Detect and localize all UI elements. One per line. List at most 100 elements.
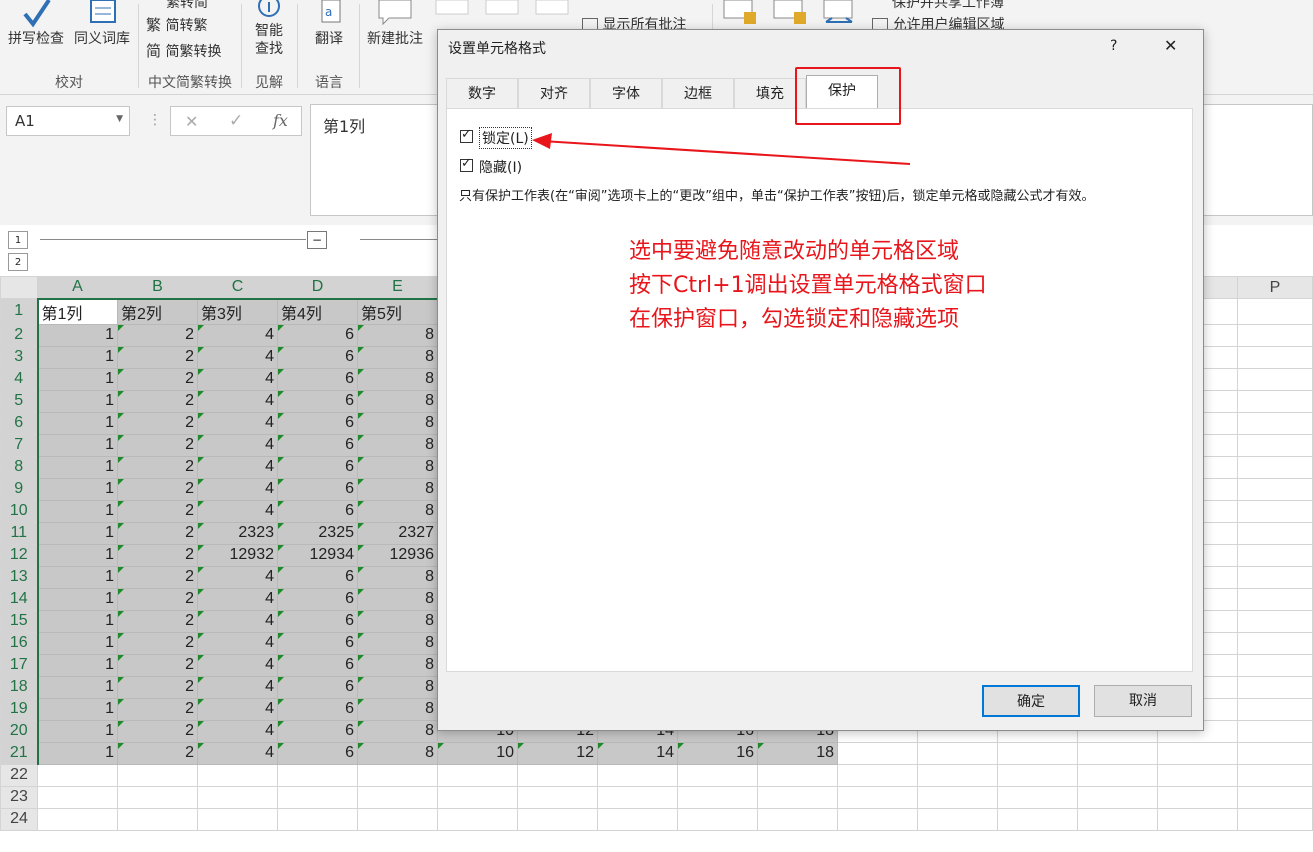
cell[interactable] (1077, 807, 1158, 831)
cell[interactable]: 8 (357, 411, 438, 435)
cell[interactable]: 4 (197, 631, 278, 655)
cell[interactable]: 1 (37, 719, 118, 743)
cell[interactable]: 4 (197, 345, 278, 369)
column-header[interactable]: E (357, 276, 438, 300)
cell[interactable]: 4 (197, 653, 278, 677)
cell[interactable]: 6 (277, 323, 358, 347)
tab-number[interactable]: 数字 (446, 78, 518, 108)
cell[interactable]: 1 (37, 499, 118, 523)
cell[interactable]: 第1列 (37, 298, 118, 325)
cell[interactable]: 4 (197, 477, 278, 501)
row-header[interactable]: 17 (0, 653, 39, 677)
cell[interactable]: 4 (197, 367, 278, 391)
row-header[interactable]: 5 (0, 389, 39, 413)
cell[interactable]: 6 (277, 499, 358, 523)
cell[interactable]: 6 (277, 587, 358, 611)
cell[interactable] (757, 763, 838, 787)
cell[interactable]: 4 (197, 455, 278, 479)
cell[interactable] (1237, 298, 1313, 325)
insert-function-icon[interactable]: fx (273, 111, 288, 130)
cell[interactable]: 1 (37, 367, 118, 391)
convert-button[interactable]: 简 简繁转换 (146, 40, 221, 61)
row-header[interactable]: 14 (0, 587, 39, 611)
cell[interactable] (1157, 763, 1238, 787)
cell[interactable] (1237, 323, 1313, 347)
cancel-button[interactable]: 取消 (1094, 685, 1192, 717)
translate-button[interactable]: a 翻译 (302, 0, 356, 48)
row-header[interactable]: 12 (0, 543, 39, 567)
cell[interactable] (837, 741, 918, 765)
to-traditional-button[interactable]: 繁 简转繁 (146, 14, 207, 35)
cell[interactable] (517, 785, 598, 809)
cell[interactable]: 2 (117, 631, 198, 655)
cell[interactable]: 2 (117, 433, 198, 457)
cell[interactable]: 2 (117, 521, 198, 545)
tab-border[interactable]: 边框 (662, 78, 734, 108)
cell[interactable] (757, 807, 838, 831)
cell[interactable]: 6 (277, 411, 358, 435)
cell[interactable]: 4 (197, 587, 278, 611)
cell[interactable]: 2 (117, 675, 198, 699)
new-comment-button[interactable]: 新建批注 (362, 0, 428, 48)
cell[interactable] (1157, 807, 1238, 831)
cell[interactable]: 12932 (197, 543, 278, 567)
cell[interactable] (677, 763, 758, 787)
cell[interactable] (197, 807, 278, 831)
cell[interactable]: 8 (357, 477, 438, 501)
cell[interactable] (917, 741, 998, 765)
cell[interactable]: 6 (277, 697, 358, 721)
spell-check-button[interactable]: 拼写检查 (4, 0, 68, 48)
cell[interactable] (1077, 785, 1158, 809)
cell[interactable] (997, 763, 1078, 787)
cell[interactable]: 6 (277, 433, 358, 457)
cell[interactable]: 4 (197, 741, 278, 765)
cell[interactable] (1237, 653, 1313, 677)
cell[interactable] (917, 763, 998, 787)
row-header[interactable]: 23 (0, 785, 38, 809)
row-header[interactable]: 24 (0, 807, 38, 831)
cell[interactable]: 8 (357, 499, 438, 523)
tab-alignment[interactable]: 对齐 (518, 78, 590, 108)
row-header[interactable]: 10 (0, 499, 39, 523)
cell[interactable]: 4 (197, 433, 278, 457)
row-header[interactable]: 7 (0, 433, 39, 457)
cell[interactable] (37, 807, 118, 831)
cell[interactable]: 2 (117, 653, 198, 677)
cell[interactable]: 4 (197, 499, 278, 523)
cell[interactable]: 10 (437, 741, 518, 765)
outline-collapse-button[interactable]: − (307, 231, 327, 249)
cell[interactable]: 1 (37, 697, 118, 721)
cell[interactable] (357, 807, 438, 831)
cell[interactable] (837, 785, 918, 809)
cell[interactable]: 4 (197, 675, 278, 699)
cell[interactable] (277, 763, 358, 787)
row-header[interactable]: 19 (0, 697, 39, 721)
cell[interactable] (1157, 741, 1238, 765)
cell[interactable]: 2327 (357, 521, 438, 545)
column-header[interactable]: A (37, 276, 118, 300)
cell[interactable] (1237, 807, 1313, 831)
cell[interactable]: 12 (517, 741, 598, 765)
cell[interactable]: 1 (37, 411, 118, 435)
cell[interactable]: 4 (197, 719, 278, 743)
column-header[interactable]: B (117, 276, 198, 300)
row-header[interactable]: 11 (0, 521, 39, 545)
locked-checkbox[interactable] (460, 127, 473, 143)
cell[interactable] (837, 807, 918, 831)
cell[interactable]: 2 (117, 741, 198, 765)
cell[interactable]: 6 (277, 367, 358, 391)
cell[interactable]: 12934 (277, 543, 358, 567)
cell[interactable]: 8 (357, 719, 438, 743)
cell[interactable]: 1 (37, 543, 118, 567)
cell[interactable] (1237, 367, 1313, 391)
cell[interactable]: 1 (37, 565, 118, 589)
cell[interactable] (117, 785, 198, 809)
cell[interactable]: 1 (37, 521, 118, 545)
cell[interactable]: 1 (37, 587, 118, 611)
cell[interactable]: 4 (197, 697, 278, 721)
cell[interactable] (517, 763, 598, 787)
locked-label[interactable]: 锁定(L) (479, 127, 532, 149)
cell[interactable] (1237, 565, 1313, 589)
row-header[interactable]: 21 (0, 741, 39, 765)
cell[interactable] (437, 807, 518, 831)
